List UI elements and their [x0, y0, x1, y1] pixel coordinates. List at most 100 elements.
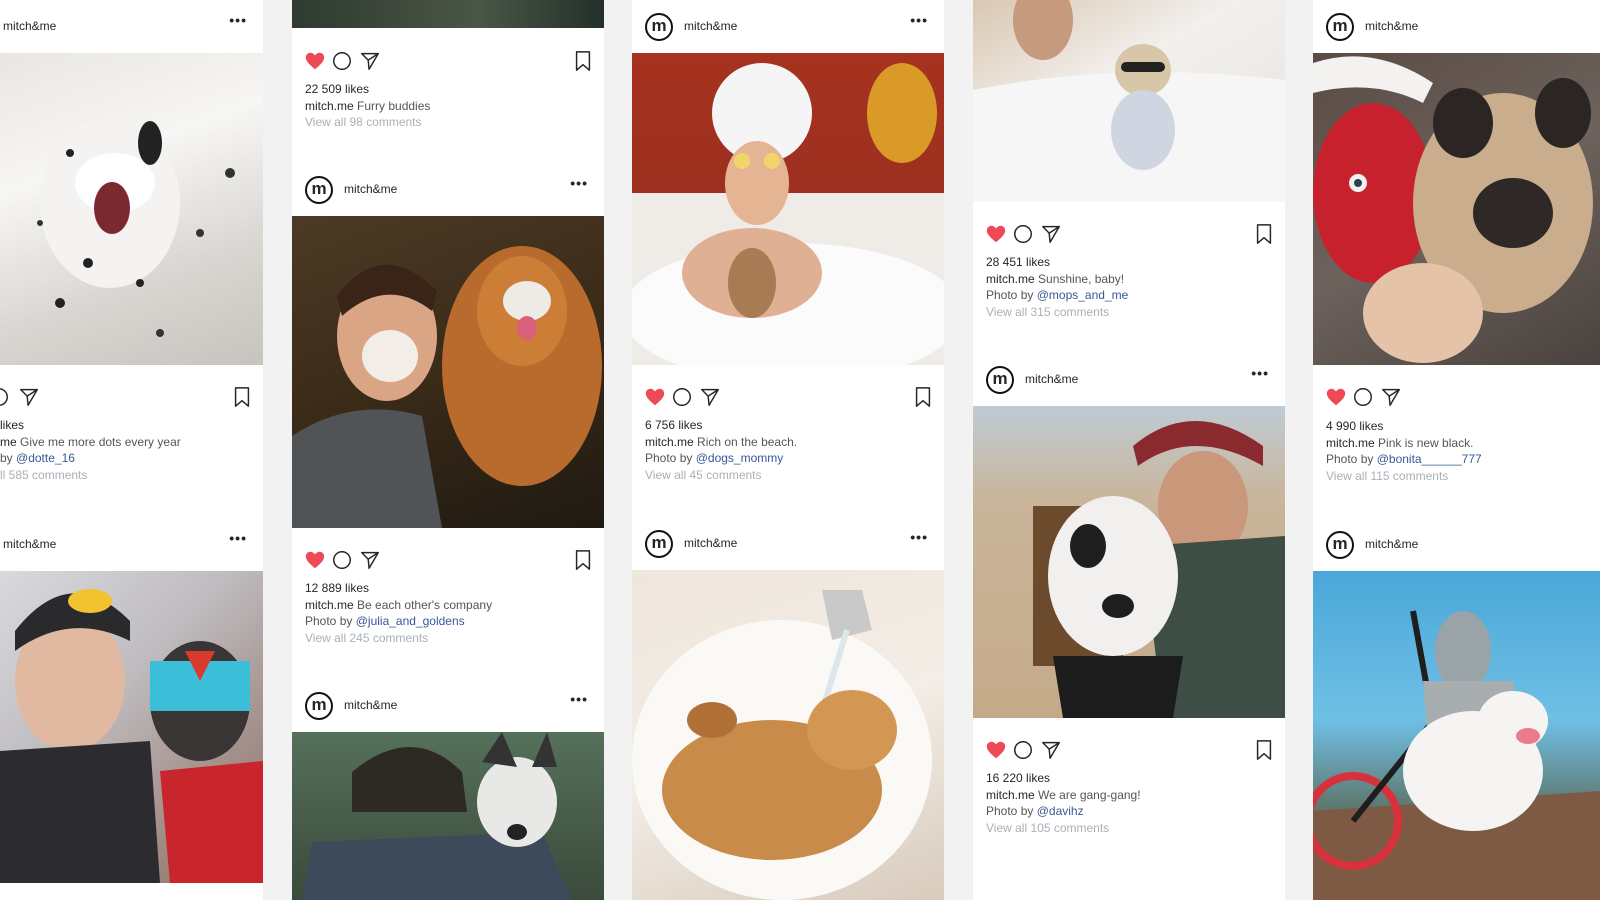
- view-comments-link[interactable]: View all 115 comments: [1326, 468, 1590, 485]
- brand-logo-icon[interactable]: m: [645, 13, 673, 41]
- more-icon[interactable]: •••: [1251, 365, 1269, 381]
- bookmark-icon[interactable]: [573, 50, 593, 72]
- comment-icon[interactable]: [331, 50, 353, 72]
- heart-icon[interactable]: [985, 223, 1007, 245]
- share-icon[interactable]: [18, 386, 40, 408]
- post-username[interactable]: mitch&me: [3, 537, 56, 551]
- post-username[interactable]: mitch&me: [1365, 537, 1418, 551]
- brand-logo-icon[interactable]: m: [645, 530, 673, 558]
- more-icon[interactable]: •••: [229, 530, 247, 546]
- brand-logo-icon[interactable]: m: [1326, 531, 1354, 559]
- likes-count: 4 990 likes: [1326, 419, 1384, 433]
- share-icon[interactable]: [699, 386, 721, 408]
- heart-icon[interactable]: [304, 50, 326, 72]
- caption-user[interactable]: mitch.me: [986, 788, 1035, 802]
- post-meta: 4 990 likes mitch.me Pink is new black. …: [1326, 418, 1590, 484]
- caption-user[interactable]: mitch.me: [1326, 436, 1375, 450]
- more-icon[interactable]: •••: [570, 175, 588, 191]
- more-icon[interactable]: •••: [910, 529, 928, 545]
- post-photo[interactable]: [1313, 571, 1600, 900]
- view-comments-link[interactable]: View all 245 comments: [305, 630, 594, 647]
- heart-icon[interactable]: [644, 386, 666, 408]
- mention-link[interactable]: @davihz: [1037, 804, 1084, 818]
- comment-icon[interactable]: [1352, 386, 1374, 408]
- post-photo[interactable]: [292, 0, 604, 28]
- post-meta: likes me Give me more dots every year by…: [0, 417, 253, 483]
- post-photo[interactable]: [0, 571, 263, 883]
- post-photo[interactable]: [292, 216, 604, 528]
- post-photo[interactable]: [632, 53, 944, 383]
- comment-icon[interactable]: [331, 549, 353, 571]
- mention-link[interactable]: @dogs_mommy: [696, 451, 784, 465]
- post-username[interactable]: mitch&me: [1365, 19, 1418, 33]
- view-comments-link[interactable]: View all 98 comments: [305, 114, 594, 131]
- bookmark-icon[interactable]: [1254, 223, 1274, 245]
- mention-link[interactable]: @mops_and_me: [1037, 288, 1129, 302]
- view-comments-link[interactable]: View all 105 comments: [986, 820, 1275, 837]
- mention-link[interactable]: @bonita______777: [1377, 452, 1482, 466]
- post-actions: [1313, 386, 1600, 410]
- feed-column-4: 28 451 likes mitch.me Sunshine, baby! Ph…: [973, 0, 1285, 900]
- brand-logo-icon[interactable]: m: [986, 366, 1014, 394]
- more-icon[interactable]: •••: [570, 691, 588, 707]
- post-photo[interactable]: [973, 0, 1285, 202]
- heart-icon[interactable]: [1325, 386, 1347, 408]
- post-username[interactable]: mitch&me: [684, 19, 737, 33]
- feed-column-2: 22 509 likes mitch.me Furry buddies View…: [292, 0, 604, 900]
- post-actions: [973, 739, 1285, 763]
- view-comments-link[interactable]: View all 315 comments: [986, 304, 1275, 321]
- caption-text: Pink is new black.: [1378, 435, 1474, 450]
- heart-icon[interactable]: [304, 549, 326, 571]
- comment-icon[interactable]: [1012, 223, 1034, 245]
- caption-text: Be each other's company: [357, 597, 493, 612]
- post-photo[interactable]: [0, 53, 263, 365]
- bookmark-icon[interactable]: [573, 549, 593, 571]
- brand-logo-icon[interactable]: m: [305, 176, 333, 204]
- post-username[interactable]: mitch&me: [344, 182, 397, 196]
- bookmark-icon[interactable]: [913, 386, 933, 408]
- brand-logo-icon[interactable]: m: [305, 692, 333, 720]
- brand-logo-icon[interactable]: m: [1326, 13, 1354, 41]
- view-comments-link[interactable]: View all 45 comments: [645, 467, 934, 484]
- more-icon[interactable]: •••: [910, 12, 928, 28]
- bookmark-icon[interactable]: [232, 386, 252, 408]
- more-icon[interactable]: •••: [229, 12, 247, 28]
- post-username[interactable]: mitch&me: [684, 536, 737, 550]
- post-photo[interactable]: [973, 406, 1285, 718]
- bookmark-icon[interactable]: [1254, 739, 1274, 761]
- caption-user[interactable]: mitch.me: [986, 272, 1035, 286]
- heart-icon[interactable]: [985, 739, 1007, 761]
- caption-user[interactable]: mitch.me: [645, 435, 694, 449]
- pug-bed-photo: [973, 0, 1285, 202]
- photo-credit: by: [0, 451, 13, 465]
- view-comments-link[interactable]: ll 585 comments: [0, 467, 253, 484]
- post-username[interactable]: mitch&me: [344, 698, 397, 712]
- post-meta: 28 451 likes mitch.me Sunshine, baby! Ph…: [986, 254, 1275, 320]
- post-meta: 12 889 likes mitch.me Be each other's co…: [305, 580, 594, 646]
- share-icon[interactable]: [359, 549, 381, 571]
- caption-user[interactable]: mitch.me: [305, 598, 354, 612]
- post-username[interactable]: mitch&me: [3, 19, 56, 33]
- post-header: m mitch&me •••: [632, 517, 944, 571]
- mention-link[interactable]: @julia_and_goldens: [356, 614, 465, 628]
- share-icon[interactable]: [1040, 739, 1062, 761]
- bubble-bath-photo: [632, 63, 944, 383]
- comment-icon[interactable]: [671, 386, 693, 408]
- caption-user[interactable]: me: [0, 435, 17, 449]
- comment-icon[interactable]: [0, 386, 10, 408]
- post-photo[interactable]: [632, 570, 944, 900]
- share-icon[interactable]: [359, 50, 381, 72]
- post-meta: 16 220 likes mitch.me We are gang-gang! …: [986, 770, 1275, 836]
- post-username[interactable]: mitch&me: [1025, 372, 1078, 386]
- post-meta: 22 509 likes mitch.me Furry buddies View…: [305, 81, 594, 131]
- post-header: m mitch&me •••: [292, 163, 604, 217]
- caption-user[interactable]: mitch.me: [305, 99, 354, 113]
- mention-link[interactable]: @dotte_16: [16, 451, 75, 465]
- share-icon[interactable]: [1040, 223, 1062, 245]
- share-icon[interactable]: [1380, 386, 1402, 408]
- comment-icon[interactable]: [1012, 739, 1034, 761]
- post-photo[interactable]: [292, 732, 604, 900]
- post-photo[interactable]: [1313, 53, 1600, 365]
- golden-retriever-photo: [292, 246, 602, 528]
- likes-count: 16 220 likes: [986, 771, 1051, 785]
